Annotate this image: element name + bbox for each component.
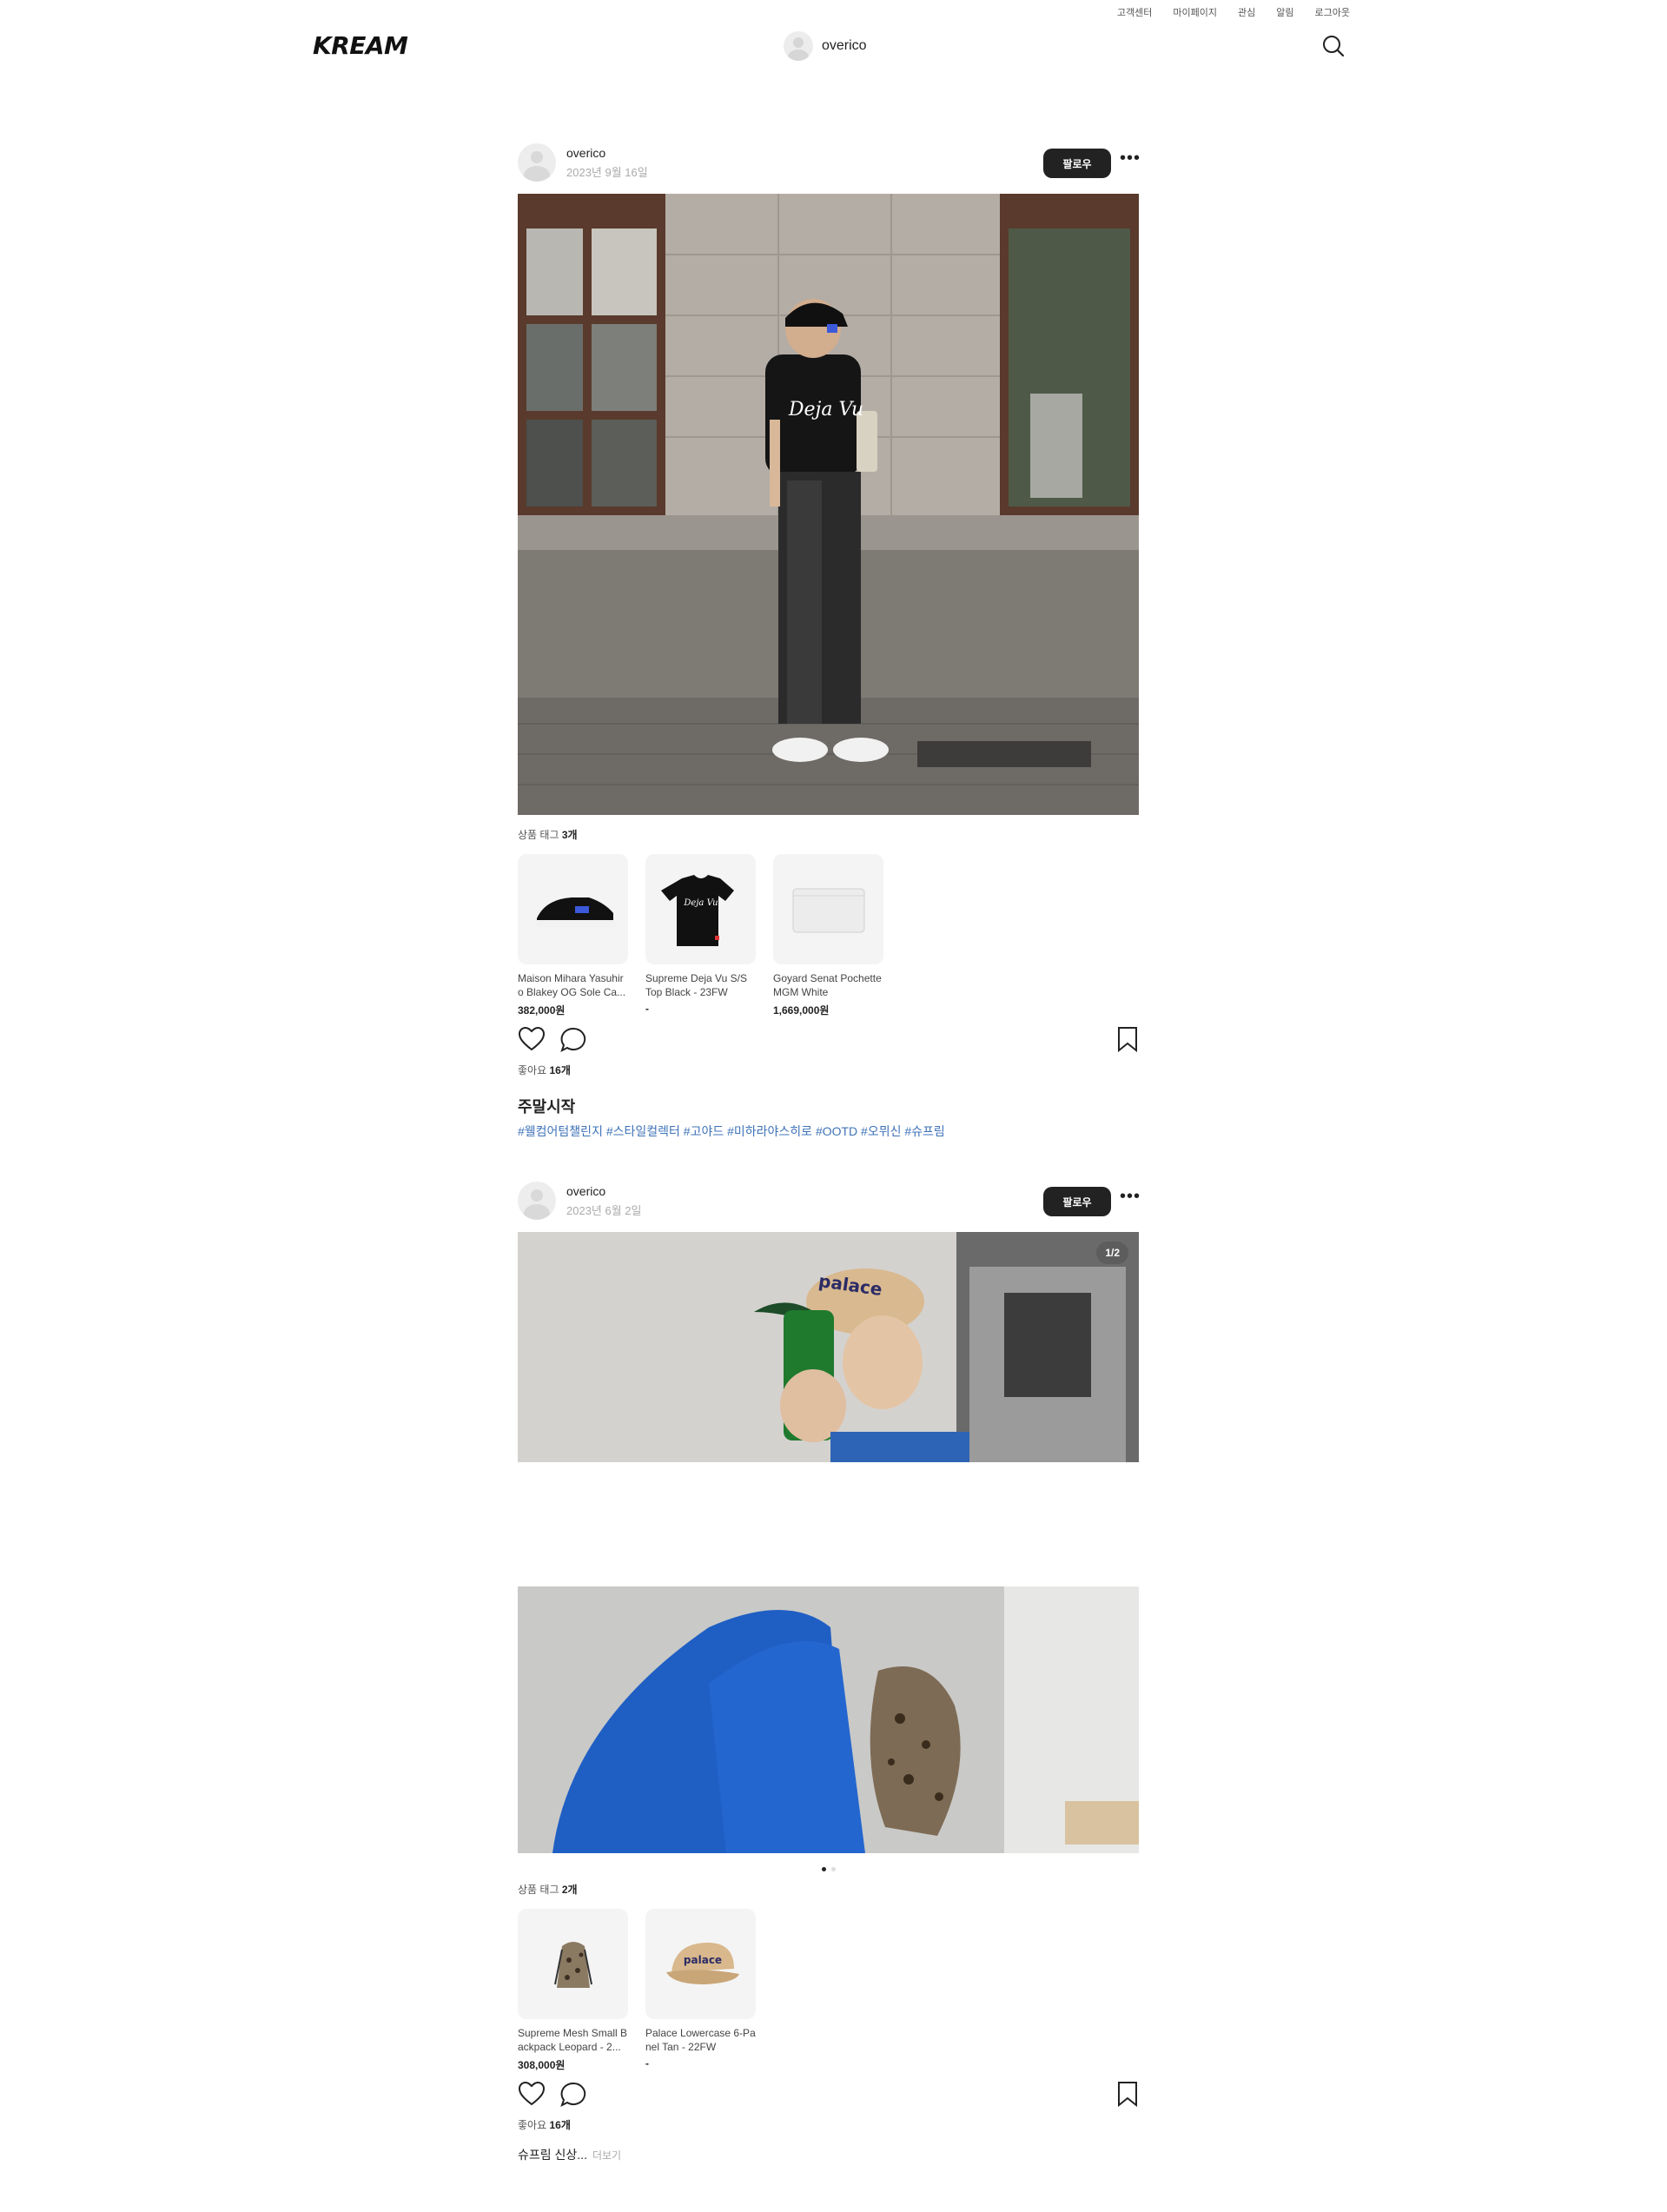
post-photo[interactable]: Deja Vu (518, 194, 1139, 815)
post-hashtags[interactable]: #웰컴어텀챌린지 #스타일컬렉터 #고야드 #미하라야스히로 #OOTD #오뮈… (518, 1123, 1139, 1140)
avatar[interactable] (518, 143, 556, 182)
product-price: 382,000원 (518, 1004, 566, 1017)
product-name: Maison Mihara Yasuhiro Blakey OG Sole Ca… (518, 972, 626, 998)
post-username[interactable]: overico (566, 1184, 605, 1198)
kream-logo[interactable]: KREAM (313, 31, 408, 60)
more-icon[interactable]: ••• (1120, 1188, 1141, 1205)
post-date: 2023년 9월 16일 (566, 166, 648, 179)
util-mypage[interactable]: 마이페이지 (1173, 5, 1217, 19)
cap-print: palace (683, 1954, 721, 1966)
product-name: Goyard Senat Pochette MGM White (773, 972, 882, 998)
avatar[interactable] (518, 1182, 556, 1220)
tshirt-print: Deja Vu (683, 898, 718, 908)
carousel-page-indicator: 1/2 (1096, 1242, 1128, 1264)
more-link[interactable]: 더보기 (592, 2149, 621, 2162)
product-image-pouch (773, 854, 883, 964)
product-name: Supreme Deja Vu S/S Top Black - 23FW (645, 972, 747, 998)
follow-button[interactable]: 팔로우 (1043, 1187, 1111, 1216)
follow-button[interactable]: 팔로우 (1043, 149, 1111, 178)
like-count: 좋아요 16개 (518, 1064, 571, 1076)
like-count: 좋아요 16개 (518, 2119, 571, 2131)
product-card[interactable]: Goyard Senat Pochette MGM White 1,669,00… (773, 854, 883, 1017)
product-image-sneaker (518, 854, 628, 964)
carousel-dot[interactable] (830, 1867, 836, 1871)
util-customer-center[interactable]: 고객센터 (1117, 5, 1152, 19)
utility-nav: 고객센터 마이페이지 관심 알림 로그아웃 (1096, 5, 1350, 19)
product-card[interactable]: Deja Vu Supreme Deja Vu S/S Top Black - … (645, 854, 756, 1017)
shirt-graphic: Deja Vu (788, 399, 863, 421)
carousel-dot[interactable] (821, 1867, 826, 1871)
post-date: 2023년 6월 2일 (566, 1204, 642, 1217)
product-image-cap: palace (645, 1909, 756, 2019)
product-card[interactable]: Maison Mihara Yasuhiro Blakey OG Sole Ca… (518, 854, 628, 1017)
product-price: 1,669,000원 (773, 1004, 830, 1017)
post-header: overico 2023년 9월 16일 팔로우 ••• (518, 143, 1141, 189)
comment-icon[interactable] (559, 1026, 587, 1058)
heart-icon[interactable] (518, 2081, 546, 2111)
header-profile[interactable]: overico (784, 31, 867, 61)
feed-post: overico 2023년 9월 16일 팔로우 ••• Deja Vu 상품 … (518, 143, 1141, 1140)
header-username: overico (822, 38, 867, 53)
more-icon[interactable]: ••• (1120, 149, 1141, 167)
product-tag-title: 상품 태그 3개 (518, 829, 578, 841)
carousel-dots (518, 1867, 1139, 1871)
product-list: Maison Mihara Yasuhiro Blakey OG Sole Ca… (518, 854, 1139, 1017)
product-tag-title: 상품 태그 2개 (518, 1884, 578, 1896)
util-notifications[interactable]: 알림 (1276, 5, 1293, 19)
product-name: Supreme Mesh Small Backpack Leopard - 2.… (518, 2027, 628, 2053)
product-card[interactable]: Supreme Mesh Small Backpack Leopard - 2.… (518, 1909, 628, 2072)
product-image-tshirt: Deja Vu (645, 854, 756, 964)
post-actions (518, 1026, 1139, 1061)
product-card[interactable]: palace Palace Lowercase 6-Panel Tan - 22… (645, 1909, 756, 2072)
bookmark-icon[interactable] (1117, 1026, 1138, 1056)
post-caption: 슈프림 신상... 더보기 (518, 2146, 1139, 2163)
product-name: Palace Lowercase 6-Panel Tan - 22FW (645, 2027, 756, 2053)
util-interest[interactable]: 관심 (1238, 5, 1255, 19)
product-price: 308,000원 (518, 2059, 566, 2071)
caption-text: 슈프림 신상... (518, 2148, 587, 2162)
post-header: overico 2023년 6월 2일 팔로우 ••• (518, 1182, 1141, 1227)
comment-icon[interactable] (559, 2081, 587, 2113)
heart-icon[interactable] (518, 1026, 546, 1056)
post-actions (518, 2081, 1139, 2116)
avatar (784, 31, 813, 61)
util-logout[interactable]: 로그아웃 (1315, 5, 1350, 19)
product-price: - (645, 2057, 649, 2070)
post-username[interactable]: overico (566, 146, 605, 160)
bookmark-icon[interactable] (1117, 2081, 1138, 2111)
product-list: Supreme Mesh Small Backpack Leopard - 2.… (518, 1909, 1139, 2072)
post-caption: 주말시작 (518, 1098, 576, 1116)
post-photo-carousel[interactable]: palace 1/2 (518, 1232, 1139, 1853)
product-price: - (645, 1003, 649, 1015)
product-image-backpack (518, 1909, 628, 2019)
search-icon[interactable] (1320, 33, 1346, 59)
feed-post: overico 2023년 6월 2일 팔로우 ••• palace 1/2 상… (518, 1182, 1141, 2163)
